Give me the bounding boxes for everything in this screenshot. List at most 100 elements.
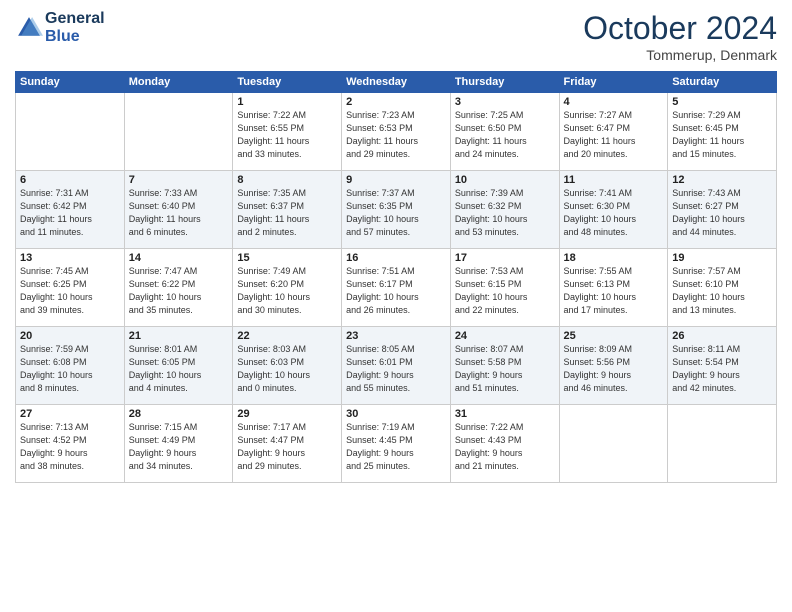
cell-info: Sunrise: 7:13 AM Sunset: 4:52 PM Dayligh… [20, 421, 120, 473]
title-block: October 2024 Tommerup, Denmark [583, 10, 777, 63]
day-number: 2 [346, 96, 446, 108]
cell-info: Sunrise: 7:27 AM Sunset: 6:47 PM Dayligh… [564, 109, 664, 161]
cell-info: Sunrise: 7:15 AM Sunset: 4:49 PM Dayligh… [129, 421, 229, 473]
calendar-cell: 11Sunrise: 7:41 AM Sunset: 6:30 PM Dayli… [559, 171, 668, 249]
weekday-header-sunday: Sunday [16, 72, 125, 93]
day-number: 25 [564, 330, 664, 342]
day-number: 9 [346, 174, 446, 186]
day-number: 7 [129, 174, 229, 186]
calendar-cell: 17Sunrise: 7:53 AM Sunset: 6:15 PM Dayli… [450, 249, 559, 327]
week-row-3: 13Sunrise: 7:45 AM Sunset: 6:25 PM Dayli… [16, 249, 777, 327]
calendar-page: General Blue October 2024 Tommerup, Denm… [0, 0, 792, 612]
day-number: 31 [455, 408, 555, 420]
calendar-cell: 26Sunrise: 8:11 AM Sunset: 5:54 PM Dayli… [668, 327, 777, 405]
weekday-header-monday: Monday [124, 72, 233, 93]
day-number: 29 [237, 408, 337, 420]
day-number: 19 [672, 252, 772, 264]
cell-info: Sunrise: 7:53 AM Sunset: 6:15 PM Dayligh… [455, 265, 555, 317]
calendar-cell: 23Sunrise: 8:05 AM Sunset: 6:01 PM Dayli… [342, 327, 451, 405]
cell-info: Sunrise: 8:01 AM Sunset: 6:05 PM Dayligh… [129, 343, 229, 395]
day-number: 28 [129, 408, 229, 420]
calendar-cell: 19Sunrise: 7:57 AM Sunset: 6:10 PM Dayli… [668, 249, 777, 327]
calendar-cell: 29Sunrise: 7:17 AM Sunset: 4:47 PM Dayli… [233, 405, 342, 483]
location: Tommerup, Denmark [583, 47, 777, 63]
day-number: 13 [20, 252, 120, 264]
cell-info: Sunrise: 8:07 AM Sunset: 5:58 PM Dayligh… [455, 343, 555, 395]
day-number: 3 [455, 96, 555, 108]
weekday-header-thursday: Thursday [450, 72, 559, 93]
cell-info: Sunrise: 7:45 AM Sunset: 6:25 PM Dayligh… [20, 265, 120, 317]
calendar-cell [124, 93, 233, 171]
day-number: 30 [346, 408, 446, 420]
cell-info: Sunrise: 7:35 AM Sunset: 6:37 PM Dayligh… [237, 187, 337, 239]
calendar-cell [559, 405, 668, 483]
day-number: 16 [346, 252, 446, 264]
calendar-cell: 22Sunrise: 8:03 AM Sunset: 6:03 PM Dayli… [233, 327, 342, 405]
calendar-cell: 8Sunrise: 7:35 AM Sunset: 6:37 PM Daylig… [233, 171, 342, 249]
weekday-header-wednesday: Wednesday [342, 72, 451, 93]
calendar-cell: 28Sunrise: 7:15 AM Sunset: 4:49 PM Dayli… [124, 405, 233, 483]
cell-info: Sunrise: 7:51 AM Sunset: 6:17 PM Dayligh… [346, 265, 446, 317]
day-number: 15 [237, 252, 337, 264]
calendar-cell: 31Sunrise: 7:22 AM Sunset: 4:43 PM Dayli… [450, 405, 559, 483]
week-row-1: 1Sunrise: 7:22 AM Sunset: 6:55 PM Daylig… [16, 93, 777, 171]
logo: General Blue [15, 10, 105, 46]
day-number: 11 [564, 174, 664, 186]
calendar-cell [16, 93, 125, 171]
calendar-cell: 13Sunrise: 7:45 AM Sunset: 6:25 PM Dayli… [16, 249, 125, 327]
logo-icon [15, 14, 43, 42]
calendar-cell: 27Sunrise: 7:13 AM Sunset: 4:52 PM Dayli… [16, 405, 125, 483]
cell-info: Sunrise: 8:03 AM Sunset: 6:03 PM Dayligh… [237, 343, 337, 395]
day-number: 4 [564, 96, 664, 108]
week-row-4: 20Sunrise: 7:59 AM Sunset: 6:08 PM Dayli… [16, 327, 777, 405]
cell-info: Sunrise: 7:57 AM Sunset: 6:10 PM Dayligh… [672, 265, 772, 317]
cell-info: Sunrise: 7:55 AM Sunset: 6:13 PM Dayligh… [564, 265, 664, 317]
day-number: 8 [237, 174, 337, 186]
day-number: 12 [672, 174, 772, 186]
cell-info: Sunrise: 7:23 AM Sunset: 6:53 PM Dayligh… [346, 109, 446, 161]
cell-info: Sunrise: 8:05 AM Sunset: 6:01 PM Dayligh… [346, 343, 446, 395]
day-number: 1 [237, 96, 337, 108]
cell-info: Sunrise: 7:22 AM Sunset: 6:55 PM Dayligh… [237, 109, 337, 161]
calendar-cell: 6Sunrise: 7:31 AM Sunset: 6:42 PM Daylig… [16, 171, 125, 249]
week-row-2: 6Sunrise: 7:31 AM Sunset: 6:42 PM Daylig… [16, 171, 777, 249]
calendar-cell: 16Sunrise: 7:51 AM Sunset: 6:17 PM Dayli… [342, 249, 451, 327]
day-number: 18 [564, 252, 664, 264]
cell-info: Sunrise: 7:31 AM Sunset: 6:42 PM Dayligh… [20, 187, 120, 239]
calendar-cell: 24Sunrise: 8:07 AM Sunset: 5:58 PM Dayli… [450, 327, 559, 405]
calendar-cell: 20Sunrise: 7:59 AM Sunset: 6:08 PM Dayli… [16, 327, 125, 405]
cell-info: Sunrise: 7:25 AM Sunset: 6:50 PM Dayligh… [455, 109, 555, 161]
day-number: 22 [237, 330, 337, 342]
calendar-cell: 18Sunrise: 7:55 AM Sunset: 6:13 PM Dayli… [559, 249, 668, 327]
cell-info: Sunrise: 7:39 AM Sunset: 6:32 PM Dayligh… [455, 187, 555, 239]
cell-info: Sunrise: 7:17 AM Sunset: 4:47 PM Dayligh… [237, 421, 337, 473]
cell-info: Sunrise: 7:33 AM Sunset: 6:40 PM Dayligh… [129, 187, 229, 239]
calendar-table: SundayMondayTuesdayWednesdayThursdayFrid… [15, 71, 777, 483]
cell-info: Sunrise: 7:43 AM Sunset: 6:27 PM Dayligh… [672, 187, 772, 239]
day-number: 24 [455, 330, 555, 342]
day-number: 23 [346, 330, 446, 342]
weekday-header-tuesday: Tuesday [233, 72, 342, 93]
calendar-cell: 30Sunrise: 7:19 AM Sunset: 4:45 PM Dayli… [342, 405, 451, 483]
calendar-cell: 3Sunrise: 7:25 AM Sunset: 6:50 PM Daylig… [450, 93, 559, 171]
calendar-cell: 12Sunrise: 7:43 AM Sunset: 6:27 PM Dayli… [668, 171, 777, 249]
cell-info: Sunrise: 8:11 AM Sunset: 5:54 PM Dayligh… [672, 343, 772, 395]
header: General Blue October 2024 Tommerup, Denm… [15, 10, 777, 63]
calendar-cell: 1Sunrise: 7:22 AM Sunset: 6:55 PM Daylig… [233, 93, 342, 171]
weekday-header-saturday: Saturday [668, 72, 777, 93]
calendar-cell: 9Sunrise: 7:37 AM Sunset: 6:35 PM Daylig… [342, 171, 451, 249]
weekday-header-friday: Friday [559, 72, 668, 93]
calendar-cell [668, 405, 777, 483]
month-title: October 2024 [583, 10, 777, 47]
calendar-cell: 25Sunrise: 8:09 AM Sunset: 5:56 PM Dayli… [559, 327, 668, 405]
calendar-cell: 7Sunrise: 7:33 AM Sunset: 6:40 PM Daylig… [124, 171, 233, 249]
calendar-cell: 4Sunrise: 7:27 AM Sunset: 6:47 PM Daylig… [559, 93, 668, 171]
calendar-cell: 21Sunrise: 8:01 AM Sunset: 6:05 PM Dayli… [124, 327, 233, 405]
cell-info: Sunrise: 7:29 AM Sunset: 6:45 PM Dayligh… [672, 109, 772, 161]
week-row-5: 27Sunrise: 7:13 AM Sunset: 4:52 PM Dayli… [16, 405, 777, 483]
cell-info: Sunrise: 7:37 AM Sunset: 6:35 PM Dayligh… [346, 187, 446, 239]
day-number: 14 [129, 252, 229, 264]
day-number: 21 [129, 330, 229, 342]
cell-info: Sunrise: 7:49 AM Sunset: 6:20 PM Dayligh… [237, 265, 337, 317]
day-number: 20 [20, 330, 120, 342]
